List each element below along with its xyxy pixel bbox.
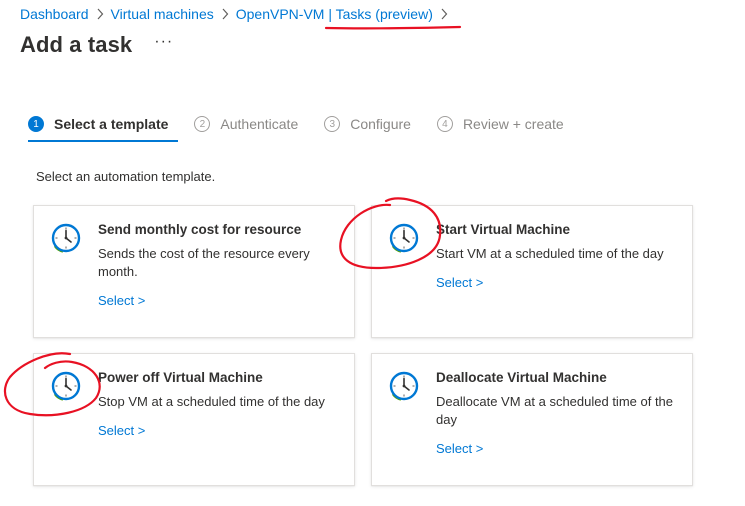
card-description: Start VM at a scheduled time of the day — [436, 246, 664, 261]
template-card-power-off-vm[interactable]: Power off Virtual Machine Stop VM at a s… — [33, 353, 355, 486]
card-title: Send monthly cost for resource — [98, 222, 302, 237]
breadcrumb-dashboard[interactable]: Dashboard — [20, 6, 89, 22]
step-label: Select a template — [54, 116, 169, 132]
step-label: Authenticate — [220, 116, 299, 132]
step-number: 1 — [28, 116, 44, 132]
step-number: 2 — [194, 116, 211, 132]
clock-icon — [50, 222, 82, 254]
clock-icon — [50, 370, 82, 402]
card-title: Deallocate Virtual Machine — [436, 370, 607, 385]
select-link[interactable]: Select > — [98, 293, 145, 308]
more-options-button[interactable]: ··· — [154, 34, 173, 50]
template-card-send-monthly-cost[interactable]: Send monthly cost for resource Sends the… — [33, 205, 355, 338]
card-title: Start Virtual Machine — [436, 222, 571, 237]
breadcrumb-openvpn-vm-tasks[interactable]: OpenVPN-VM | Tasks (preview) — [236, 6, 433, 22]
intro-text: Select an automation template. — [36, 169, 216, 184]
step-authenticate[interactable]: 2 Authenticate — [194, 110, 298, 138]
card-description: Sends the cost of the resource every mon… — [98, 246, 310, 279]
select-link[interactable]: Select > — [436, 275, 483, 290]
chevron-right-icon — [440, 8, 448, 20]
step-configure[interactable]: 3 Configure — [324, 110, 411, 138]
select-link[interactable]: Select > — [98, 423, 145, 438]
annotation-underline — [324, 25, 462, 30]
clock-icon — [388, 370, 420, 402]
wizard-steps: 1 Select a template 2 Authenticate 3 Con… — [28, 110, 590, 142]
chevron-right-icon — [221, 8, 229, 20]
clock-icon — [388, 222, 420, 254]
select-link[interactable]: Select > — [436, 441, 483, 456]
card-description: Stop VM at a scheduled time of the day — [98, 394, 325, 409]
template-card-start-vm[interactable]: Start Virtual Machine Start VM at a sche… — [371, 205, 693, 338]
card-description: Deallocate VM at a scheduled time of the… — [436, 394, 674, 427]
step-review-create[interactable]: 4 Review + create — [436, 110, 564, 138]
template-card-deallocate-vm[interactable]: Deallocate Virtual Machine Deallocate VM… — [371, 353, 693, 486]
step-select-template[interactable]: 1 Select a template — [28, 110, 179, 142]
card-title: Power off Virtual Machine — [98, 370, 263, 385]
step-number: 4 — [436, 116, 453, 132]
step-label: Review + create — [462, 116, 564, 132]
title-row: Add a task ··· — [20, 32, 173, 58]
page-title: Add a task — [20, 32, 133, 57]
chevron-right-icon — [96, 8, 104, 20]
breadcrumb-virtual-machines[interactable]: Virtual machines — [111, 6, 214, 22]
step-number: 3 — [324, 116, 341, 132]
step-label: Configure — [350, 116, 411, 132]
breadcrumb: Dashboard Virtual machines OpenVPN-VM | … — [20, 5, 455, 23]
